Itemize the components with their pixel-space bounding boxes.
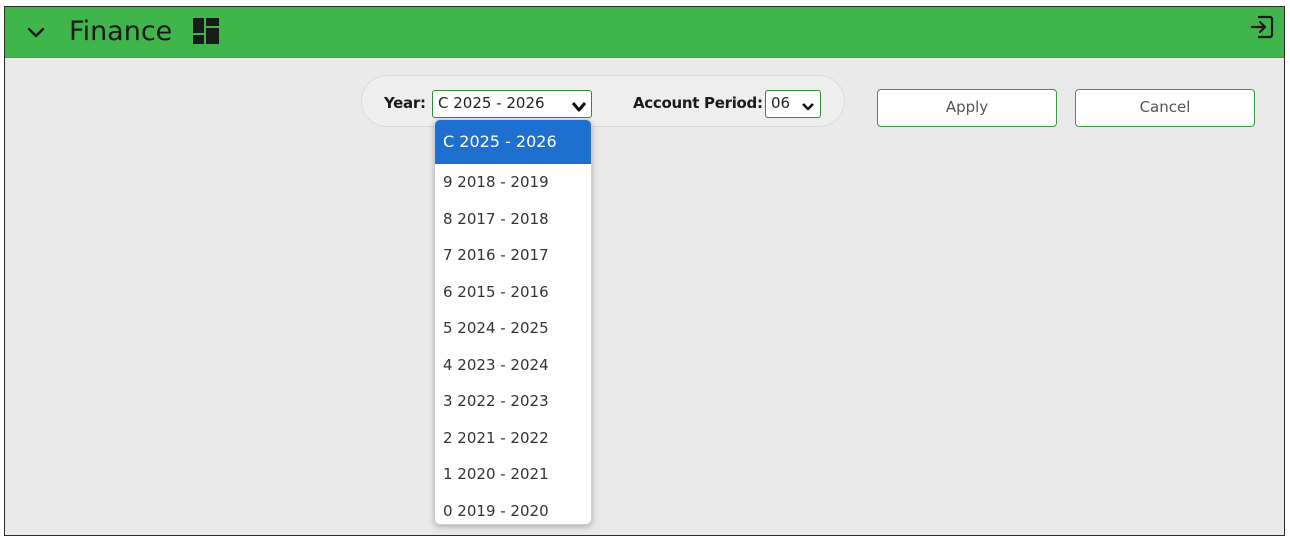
year-option[interactable]: 1 2020 - 2021 (435, 456, 591, 493)
finance-widget: Finance Year: C 2025 - 2026 Account Peri… (4, 6, 1285, 536)
year-dropdown-list: C 2025 - 2026 9 2018 - 2019 8 2017 - 2018 7… (434, 119, 592, 525)
account-period-value: 06 (771, 94, 791, 112)
widget-title: Finance (69, 16, 173, 47)
year-option[interactable]: 7 2016 - 2017 (435, 237, 591, 274)
year-option[interactable]: 3 2022 - 2023 (435, 383, 591, 420)
year-select-value: C 2025 - 2026 (438, 94, 545, 112)
chevron-down-icon[interactable] (25, 21, 47, 43)
year-select[interactable]: C 2025 - 2026 (432, 90, 592, 118)
year-option[interactable]: 8 2017 - 2018 (435, 201, 591, 238)
year-option[interactable]: 0 2019 - 2020 (435, 493, 591, 525)
year-option[interactable]: C 2025 - 2026 (435, 120, 591, 164)
apply-button[interactable]: Apply (877, 89, 1057, 127)
chevron-down-icon (571, 97, 587, 112)
year-option[interactable]: 9 2018 - 2019 (435, 164, 591, 201)
year-option[interactable]: 2 2021 - 2022 (435, 420, 591, 457)
year-option[interactable]: 6 2015 - 2016 (435, 274, 591, 311)
year-option[interactable]: 4 2023 - 2024 (435, 347, 591, 384)
widget-header: Finance (5, 7, 1284, 58)
account-period-label: Account Period: (633, 94, 763, 112)
year-option[interactable]: 5 2024 - 2025 (435, 310, 591, 347)
chevron-down-icon (800, 97, 816, 111)
year-label: Year: (384, 94, 426, 112)
cancel-button[interactable]: Cancel (1075, 89, 1255, 127)
dashboard-grid-icon[interactable] (191, 16, 221, 46)
account-period-select[interactable]: 06 (765, 90, 821, 118)
exit-icon[interactable] (1249, 14, 1275, 40)
